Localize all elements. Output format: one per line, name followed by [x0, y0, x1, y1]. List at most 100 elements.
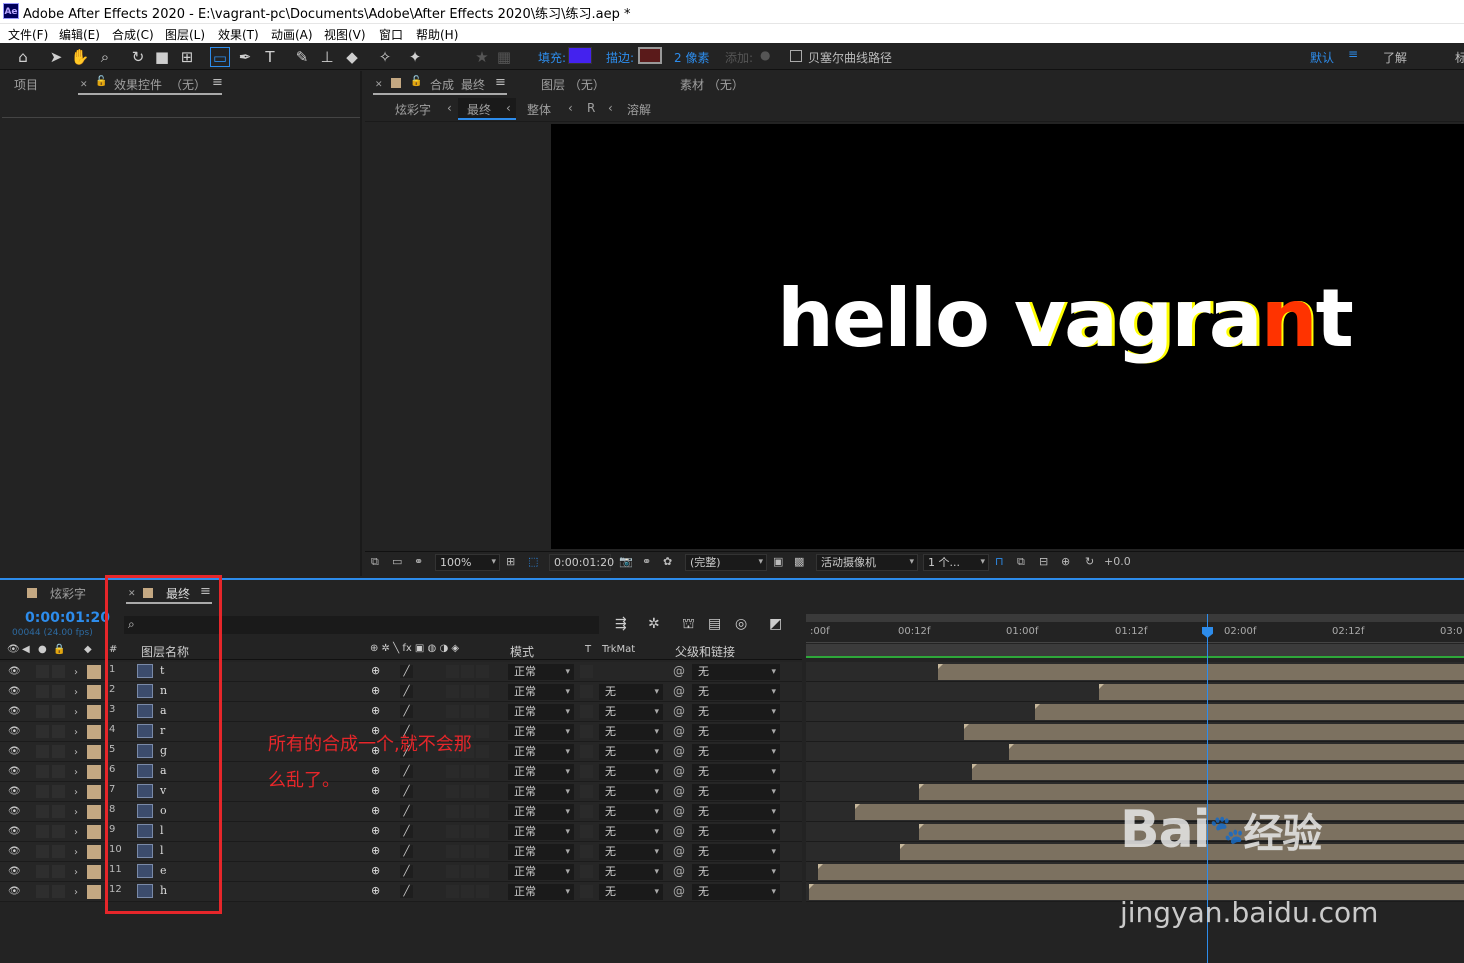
layer-duration-bar[interactable]	[1009, 744, 1464, 760]
timeline-tab-first[interactable]: 炫彩字	[50, 585, 86, 602]
roto-brush-tool-icon[interactable]: ✧	[375, 47, 395, 67]
preserve-transparency-toggle[interactable]	[580, 825, 593, 838]
lock-toggle[interactable]	[52, 765, 65, 778]
expand-chevron-icon[interactable]: ›	[74, 783, 78, 802]
collapse-switch[interactable]	[385, 685, 398, 698]
tab-composition-name[interactable]: 最终	[461, 76, 485, 93]
layer-track[interactable]	[806, 722, 1464, 742]
shy-switch-icon[interactable]: ⊕	[371, 804, 380, 817]
brush-tool-icon[interactable]: ✎	[292, 47, 312, 67]
shy-switch-icon[interactable]: ⊕	[371, 704, 380, 717]
current-time-display[interactable]: 0:00:01:20	[549, 554, 614, 571]
lock-icon[interactable]: 🔓	[95, 76, 107, 87]
lock-toggle[interactable]	[52, 865, 65, 878]
collapse-switch[interactable]	[385, 885, 398, 898]
camera-dropdown[interactable]: 活动摄像机 ▾	[816, 554, 918, 571]
fill-color-swatch[interactable]	[568, 47, 592, 64]
trkmat-dropdown[interactable]: 无 ▾	[599, 804, 663, 820]
safe-margins-icon[interactable]: ⊞	[506, 555, 515, 568]
region-of-interest-icon[interactable]: ⧉	[371, 555, 379, 569]
close-icon[interactable]: ✕	[80, 80, 88, 90]
lock-toggle[interactable]	[52, 665, 65, 678]
label-color-swatch[interactable]	[87, 765, 101, 779]
layer-track[interactable]	[806, 702, 1464, 722]
work-area-bar[interactable]	[806, 614, 1464, 622]
preserve-transparency-toggle[interactable]	[580, 785, 593, 798]
solo-toggle[interactable]	[36, 805, 49, 818]
quality-switch-icon[interactable]: ╱	[400, 705, 413, 718]
expand-chevron-icon[interactable]: ›	[74, 703, 78, 722]
expand-chevron-icon[interactable]: ›	[74, 683, 78, 702]
motion-blur-icon[interactable]: ◎	[735, 616, 747, 632]
menu-file[interactable]: 文件(F)	[8, 26, 48, 43]
parent-dropdown[interactable]: 无 ▾	[692, 884, 780, 900]
eye-icon[interactable]: 👁	[8, 746, 21, 757]
quality-switch-icon[interactable]: ╱	[400, 845, 413, 858]
trkmat-dropdown[interactable]: 无 ▾	[599, 864, 663, 880]
breadcrumb-item[interactable]: R	[587, 101, 595, 115]
shy-switch-icon[interactable]: ⊕	[371, 664, 380, 677]
lock-toggle[interactable]	[52, 785, 65, 798]
pick-whip-icon[interactable]: @	[673, 784, 685, 798]
expand-chevron-icon[interactable]: ›	[74, 743, 78, 762]
shy-switch-icon[interactable]: ⊕	[371, 684, 380, 697]
layer-track[interactable]	[806, 682, 1464, 702]
pick-whip-icon[interactable]: @	[673, 664, 685, 678]
audio-switch-icon[interactable]: ◀	[22, 644, 30, 655]
quality-switch-icon[interactable]: ╱	[400, 805, 413, 818]
rotate-tool-icon[interactable]: ↻	[128, 47, 148, 67]
trkmat-dropdown[interactable]: 无 ▾	[599, 764, 663, 780]
layer-track[interactable]	[806, 862, 1464, 882]
trkmat-dropdown[interactable]: 无 ▾	[599, 884, 663, 900]
views-dropdown[interactable]: 1 个... ▾	[923, 554, 989, 571]
collapse-switch[interactable]	[385, 805, 398, 818]
motion-blur-switch[interactable]	[461, 685, 474, 698]
label-color-swatch[interactable]	[87, 745, 101, 759]
effect-switch[interactable]	[446, 845, 459, 858]
eye-icon[interactable]: 👁	[8, 846, 21, 857]
composition-mini-flowchart-icon[interactable]: ⇶	[615, 616, 627, 632]
label-color-swatch[interactable]	[87, 785, 101, 799]
eye-icon[interactable]: 👁	[8, 866, 21, 877]
parent-dropdown[interactable]: 无 ▾	[692, 664, 780, 680]
type-tool-icon[interactable]: T	[260, 47, 280, 67]
eye-icon[interactable]: 👁	[8, 806, 21, 817]
fast-preview-icon[interactable]: ▣	[773, 555, 783, 568]
blend-mode-dropdown[interactable]: 正常 ▾	[508, 684, 574, 700]
breadcrumb-item[interactable]: 炫彩字	[395, 101, 431, 118]
menu-window[interactable]: 窗口	[379, 26, 403, 43]
rectangle-tool-icon[interactable]: ▭	[210, 47, 230, 67]
menu-composition[interactable]: 合成(C)	[112, 26, 154, 43]
solo-toggle[interactable]	[36, 765, 49, 778]
puppet-tool-icon[interactable]: ✦	[405, 47, 425, 67]
expand-chevron-icon[interactable]: ›	[74, 823, 78, 842]
pick-whip-icon[interactable]: @	[673, 804, 685, 818]
camera-snapshot-icon[interactable]: 📷	[619, 555, 633, 568]
zoom-dropdown[interactable]: 100% ▾	[435, 554, 500, 571]
motion-blur-switch[interactable]	[461, 845, 474, 858]
solo-toggle[interactable]	[36, 825, 49, 838]
parent-dropdown[interactable]: 无 ▾	[692, 724, 780, 740]
solo-switch-icon[interactable]: ●	[38, 644, 47, 655]
expand-chevron-icon[interactable]: ›	[74, 863, 78, 882]
quality-switch-icon[interactable]: ╱	[400, 885, 413, 898]
solo-toggle[interactable]	[36, 725, 49, 738]
trkmat-dropdown[interactable]: 无 ▾	[599, 724, 663, 740]
expand-chevron-icon[interactable]: ›	[74, 843, 78, 862]
preserve-transparency-toggle[interactable]	[580, 685, 593, 698]
layer-duration-bar[interactable]	[1035, 704, 1464, 720]
pick-whip-icon[interactable]: @	[673, 844, 685, 858]
eye-icon[interactable]: 👁	[8, 786, 21, 797]
solo-toggle[interactable]	[36, 885, 49, 898]
menu-layer[interactable]: 图层(L)	[165, 26, 205, 43]
draft-3d-icon[interactable]: ✲	[648, 616, 660, 632]
preserve-transparency-toggle[interactable]	[580, 885, 593, 898]
shy-switch-icon[interactable]: ⊕	[371, 844, 380, 857]
parent-dropdown[interactable]: 无 ▾	[692, 864, 780, 880]
eye-icon[interactable]: 👁	[8, 706, 21, 717]
blend-mode-dropdown[interactable]: 正常 ▾	[508, 764, 574, 780]
lock-icon[interactable]: 🔓	[410, 76, 422, 87]
comp-flowchart-icon[interactable]: ⊟	[1039, 555, 1048, 568]
col-parent[interactable]: 父级和链接	[675, 643, 735, 660]
motion-blur-switch[interactable]	[461, 825, 474, 838]
